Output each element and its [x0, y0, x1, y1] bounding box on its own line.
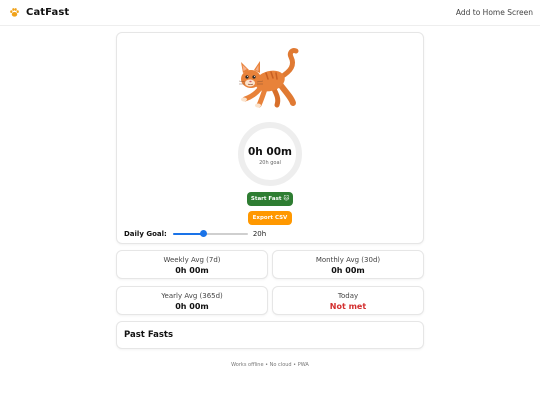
today-status: Not met [329, 302, 367, 311]
cat-illustration [238, 48, 299, 108]
yearly-avg-value: 0h 00m [175, 302, 209, 311]
weekly-avg-value: 0h 00m [175, 266, 209, 275]
daily-goal-row: Daily Goal: 20h [124, 227, 266, 241]
slider-fill [172, 233, 204, 235]
slider-thumb[interactable] [199, 230, 207, 237]
today-card: Today Not met [272, 286, 424, 315]
paw-icon [10, 8, 19, 17]
weekly-avg-label: Weekly Avg (7d) [163, 256, 221, 264]
monthly-avg-card: Monthly Avg (30d) 0h 00m [272, 250, 424, 279]
progress-ring: 0h 00m 20h goal [237, 121, 303, 187]
footer-note: Works offline • No cloud • PWA [231, 362, 309, 368]
daily-goal-label: Daily Goal: [124, 230, 167, 238]
daily-goal-slider[interactable] [172, 229, 248, 239]
brand[interactable]: CatFast [9, 7, 69, 18]
monthly-avg-label: Monthly Avg (30d) [315, 256, 381, 264]
fast-timer-card: 0h 00m 20h goal Start Fast 🐱 Export CSV … [116, 32, 424, 244]
app-title: CatFast [26, 7, 70, 18]
add-to-home-screen-link[interactable]: Add to Home Screen [456, 8, 533, 17]
goal-caption: 20h goal [259, 160, 281, 166]
past-fasts-title: Past Fasts [124, 330, 174, 340]
start-fast-button[interactable]: Start Fast 🐱 [247, 192, 293, 206]
export-csv-button[interactable]: Export CSV [248, 211, 292, 225]
daily-goal-value: 20h [252, 230, 267, 238]
yearly-avg-card: Yearly Avg (365d) 0h 00m [116, 286, 268, 315]
weekly-avg-card: Weekly Avg (7d) 0h 00m [116, 250, 268, 279]
elapsed-time: 0h 00m [248, 146, 292, 158]
today-label: Today [337, 292, 359, 300]
past-fasts-card: Past Fasts [116, 321, 424, 349]
yearly-avg-label: Yearly Avg (365d) [161, 292, 223, 300]
monthly-avg-value: 0h 00m [331, 266, 365, 275]
top-bar: CatFast Add to Home Screen [0, 0, 540, 26]
